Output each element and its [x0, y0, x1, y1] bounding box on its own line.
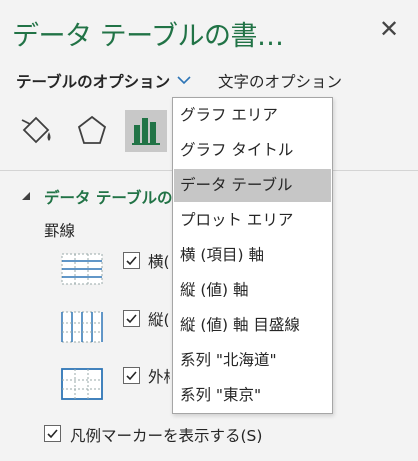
tab-text-options[interactable]: 文字のオプション	[218, 70, 342, 92]
vertical-table-icon	[61, 311, 103, 343]
outline-border-checkbox[interactable]	[123, 367, 140, 384]
dropdown-item-plot-area[interactable]: プロット エリア	[174, 204, 331, 237]
close-icon[interactable]: ✕	[378, 17, 400, 41]
data-table-section-header[interactable]: データ テーブルの	[20, 186, 180, 208]
pentagon-icon[interactable]	[72, 110, 112, 150]
dropdown-item-series-hokkaido[interactable]: 系列 "北海道"	[174, 344, 331, 377]
collapse-triangle-icon	[22, 192, 30, 200]
dropdown-item-category-axis[interactable]: 横 (項目) 軸	[174, 239, 331, 272]
horizontal-border-option: 横(	[60, 252, 180, 292]
pane-title: データ テーブルの書…	[12, 21, 284, 52]
outline-border-label: 外枠	[148, 368, 170, 386]
vertical-border-label: 縦(	[148, 311, 170, 329]
horizontal-border-checkbox[interactable]	[123, 252, 140, 269]
outline-border-option: 外枠	[60, 367, 180, 407]
horizontal-table-icon	[61, 253, 103, 285]
tab-table-options[interactable]: テーブルのオプション	[16, 70, 170, 92]
outline-table-icon	[61, 368, 103, 400]
paint-bucket-icon[interactable]	[16, 110, 56, 150]
format-data-table-pane: データ テーブルの書… ✕ テーブルのオプション 文字のオプション データ テー…	[0, 0, 418, 461]
section-title: データ テーブルの	[44, 189, 173, 207]
border-label: 罫線	[44, 222, 76, 240]
legend-keys-checkbox[interactable]	[44, 425, 61, 442]
chart-elements-dropdown: グラフ エリア グラフ タイトル データ テーブル プロット エリア 横 (項目…	[172, 97, 333, 414]
vertical-border-option: 縦(	[60, 310, 180, 350]
dropdown-item-data-table[interactable]: データ テーブル	[174, 169, 331, 202]
horizontal-border-label: 横(	[148, 253, 170, 271]
legend-keys-label: 凡例マーカーを表示する(S)	[70, 427, 263, 445]
chevron-down-icon[interactable]	[176, 74, 192, 86]
dropdown-item-value-axis[interactable]: 縦 (値) 軸	[174, 274, 331, 307]
dropdown-item-chart-area[interactable]: グラフ エリア	[174, 99, 331, 132]
dropdown-item-value-axis-gridlines[interactable]: 縦 (値) 軸 目盛線	[174, 309, 331, 342]
vertical-border-checkbox[interactable]	[123, 310, 140, 327]
dropdown-item-chart-title[interactable]: グラフ タイトル	[174, 134, 331, 167]
dropdown-item-series-tokyo[interactable]: 系列 "東京"	[174, 379, 331, 412]
bar-chart-icon[interactable]	[125, 110, 167, 152]
